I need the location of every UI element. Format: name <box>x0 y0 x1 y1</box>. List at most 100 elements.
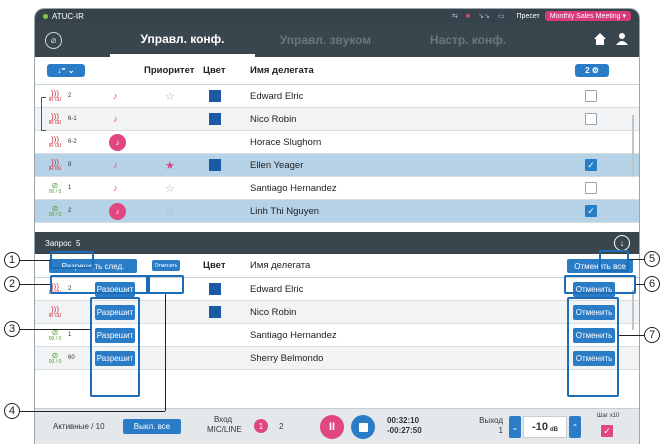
highlight-cancel-column <box>567 297 619 397</box>
highlight-allow-column <box>90 297 140 397</box>
callout-line <box>20 329 90 330</box>
highlight-request-count <box>50 251 94 269</box>
wired-mic-icon: ⊘ 00 / 0 <box>48 181 62 195</box>
volume-down-button[interactable]: ⌄ <box>509 416 521 438</box>
header-priority: Приоритет <box>144 65 195 76</box>
seat-number: 6-2 <box>68 139 77 145</box>
step-checkbox[interactable]: ✓ <box>601 425 613 437</box>
color-swatch <box>209 113 221 125</box>
step-label: Шаг x10 <box>597 413 620 419</box>
timer: 00:32:10 -00:27:50 <box>387 416 422 435</box>
seat-number: 2 <box>68 93 72 99</box>
cancel-small-button[interactable]: Отменить <box>152 260 180 271</box>
app-name: ATUC-IR <box>52 11 84 21</box>
delegate-row[interactable]: ))) IR 0U 8 ♪ ★ Ellen Yeager ✓ <box>35 154 639 177</box>
download-arrow-icon[interactable]: ↓ <box>614 235 630 251</box>
tab-sound[interactable]: Управл. звуком <box>253 23 398 57</box>
priority-star-icon[interactable]: ☆ <box>165 182 175 195</box>
list-scrollbar[interactable] <box>632 115 634 175</box>
delegate-checkbox[interactable]: ✓ <box>585 205 597 217</box>
delegate-row[interactable]: ))) IR 0U 6-2 ♪ Horace Slughorn <box>35 131 639 154</box>
color-swatch <box>209 283 221 295</box>
callout-line <box>20 411 165 412</box>
delegate-row[interactable]: ))) IR 0U 2 ♪ ☆ Edward Elric <box>35 85 639 108</box>
tab-conference[interactable]: Управл. конф. <box>110 23 255 57</box>
logo-icon: ⌀ <box>45 31 62 49</box>
delegate-checkbox[interactable] <box>585 182 597 194</box>
priority-star-icon[interactable]: ☆ <box>165 90 175 103</box>
request-scrollbar[interactable] <box>632 290 634 330</box>
delegate-row[interactable]: ⊘ 00 / 0 1 ♪ ☆ Santiago Hernandez <box>35 177 639 200</box>
settings-count-button[interactable]: 2 ⚙ <box>575 64 609 77</box>
volume-display: -10 dB <box>523 416 567 438</box>
callout-line <box>619 335 644 336</box>
tab-settings[interactable]: Настр. конф. <box>403 23 533 57</box>
callout-line <box>20 284 50 285</box>
pause-button[interactable]: II <box>320 415 344 439</box>
priority-star-icon[interactable]: ★ <box>165 159 175 172</box>
nav-bar: ⌀ Управл. конф. Управл. звуком Настр. ко… <box>35 23 639 57</box>
seat-number: 1 <box>68 332 72 338</box>
wired-mic-icon: ⊘ 00 / 0 <box>48 204 62 218</box>
callout-1: 1 <box>4 252 20 268</box>
active-label: Активные / 10 <box>53 422 105 431</box>
request-icon: ♪ <box>113 160 118 170</box>
callout-line <box>629 259 644 260</box>
request-icon: ♪ <box>113 114 118 124</box>
callout-2: 2 <box>4 276 20 292</box>
seat-number: 8 <box>68 162 72 168</box>
color-swatch <box>209 90 221 102</box>
seat-number: 1 <box>68 185 72 191</box>
stop-button[interactable] <box>351 415 375 439</box>
callout-7: 7 <box>644 327 660 343</box>
callout-6: 6 <box>644 276 660 292</box>
input-channel-2[interactable]: 2 <box>279 422 283 431</box>
delegate-name: Santiago Hernandez <box>250 182 337 194</box>
ir-mic-icon: ))) IR 0U <box>48 135 62 149</box>
header-name: Имя делегата <box>250 260 311 271</box>
request-bar: Запрос 5 ↓ <box>35 232 639 254</box>
delegate-name: Edward Elric <box>250 90 304 102</box>
turn-off-all-button[interactable]: Выкл. все <box>123 419 181 434</box>
ir-mic-icon: ))) IR 0U <box>48 305 62 319</box>
delegate-checkbox[interactable] <box>585 113 597 125</box>
battery-icon: ▭ <box>497 13 505 20</box>
delegate-name: Edward Elric <box>250 283 304 295</box>
delegate-name: Sherry Belmondo <box>250 352 324 364</box>
delegate-list-header: ↓⁼ ⌄ Приоритет Цвет Имя делегата 2 ⚙ <box>35 57 639 85</box>
ir-mic-icon: ))) IR 0U <box>48 112 62 126</box>
delegate-list: ))) IR 0U 2 ♪ ☆ Edward Elric ))) IR 0U 6-1… <box>35 85 639 223</box>
input-label: Вход MIC/LINE <box>207 415 242 434</box>
highlight-cancel-small <box>146 275 184 294</box>
wired-mic-icon: ⊘ 00 / 0 <box>48 328 62 342</box>
request-label: Запрос <box>45 238 72 248</box>
delegate-checkbox[interactable]: ✓ <box>585 159 597 171</box>
delegate-checkbox[interactable] <box>585 90 597 102</box>
delegate-name: Nico Robin <box>250 306 297 318</box>
usb-icon: ⇆ <box>452 13 458 20</box>
online-dot <box>43 13 48 19</box>
volume-up-button[interactable]: ⌃ <box>569 416 581 438</box>
user-icon[interactable] <box>615 32 629 46</box>
priority-star-icon[interactable]: ☆ <box>165 205 175 218</box>
meeting-dropdown[interactable]: Monthly Sales Meeting ▾ <box>544 11 631 21</box>
seat-number: 2 <box>68 208 72 214</box>
ir-mic-icon: ))) IR 0U <box>48 89 62 103</box>
delegate-row[interactable]: ⊘ 00 / 0 2 ♪ ☆ Linh Thi Nguyen ✓ <box>35 200 639 223</box>
input-channel-1[interactable]: 1 <box>254 419 268 433</box>
header-color: Цвет <box>203 65 226 76</box>
delegate-row[interactable]: ))) IR 0U 6-1 ♪ Nico Robin <box>35 108 639 131</box>
highlight-cancel-all <box>564 275 636 294</box>
wired-mic-icon: ⊘ 00 / 0 <box>48 351 62 365</box>
speaking-icon: ♪ <box>109 202 126 220</box>
sort-dropdown[interactable]: ↓⁼ ⌄ <box>47 64 85 77</box>
record-icon: ■ <box>465 12 471 20</box>
callout-line <box>636 284 644 285</box>
callout-line <box>165 294 166 411</box>
preset-label: Пресет <box>516 12 540 20</box>
delegate-name: Horace Slughorn <box>250 136 322 148</box>
highlight-download <box>599 250 629 272</box>
delegate-name: Nico Robin <box>250 113 297 125</box>
home-icon[interactable] <box>593 32 607 46</box>
request-icon: ♪ <box>113 91 118 101</box>
